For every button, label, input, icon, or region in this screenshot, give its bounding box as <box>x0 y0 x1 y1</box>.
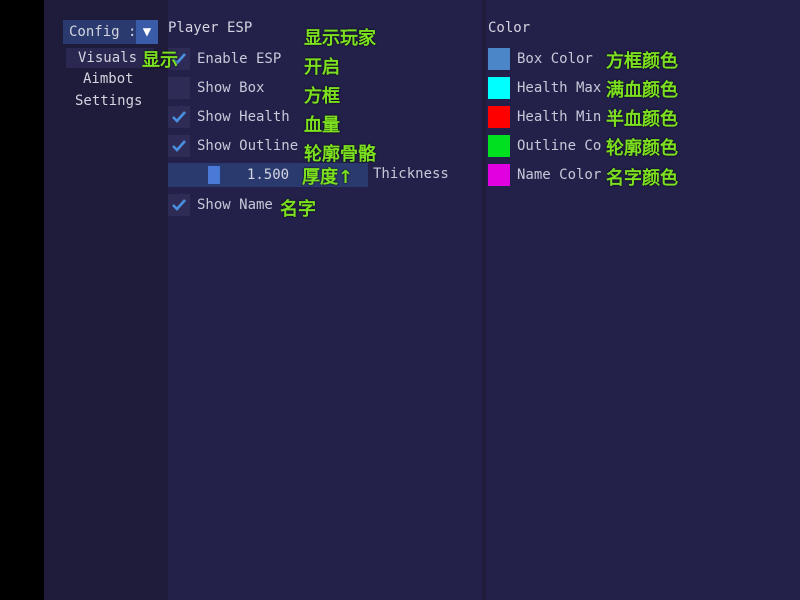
health-max-label: Health Max <box>517 80 602 96</box>
health-min-row[interactable]: Health Min C <box>488 106 618 128</box>
tab-visuals-label: Visuals <box>78 50 138 66</box>
show-box-label: Show Box <box>197 80 265 96</box>
health-max-swatch[interactable] <box>488 77 510 99</box>
name-color-swatch[interactable] <box>488 164 510 186</box>
tab-visuals[interactable]: Visuals <box>66 48 154 68</box>
box-color-swatch[interactable] <box>488 48 510 70</box>
show-box-checkbox[interactable] <box>168 77 190 99</box>
box-color-label: Box Color <box>517 51 593 67</box>
check-icon <box>172 199 186 211</box>
chevron-down-icon[interactable]: ▼ <box>136 20 158 44</box>
check-icon <box>172 111 186 123</box>
annotation-thickness: 厚度↑ <box>302 167 354 188</box>
annotation-enable: 开启 <box>304 57 340 78</box>
health-max-row[interactable]: Health Max <box>488 77 601 99</box>
tab-aimbot[interactable]: Aimbot <box>83 71 134 87</box>
show-name-checkbox[interactable] <box>168 194 190 216</box>
show-outline-checkbox[interactable] <box>168 135 190 157</box>
show-health-label: Show Health <box>197 109 290 125</box>
annotation-visuals: 显示 <box>142 50 178 71</box>
show-outline-label: Show Outline <box>197 138 299 154</box>
annotation-box-color: 方框颜色 <box>606 51 678 72</box>
enable-esp-row[interactable]: Enable ESP <box>168 48 281 70</box>
health-min-label: Health Min C <box>517 109 619 125</box>
annotation-player-esp: 显示玩家 <box>304 28 376 49</box>
annotation-name-color: 名字颜色 <box>606 168 678 189</box>
annotation-health-max: 满血颜色 <box>606 80 678 101</box>
outline-color-label: Outline Co <box>517 138 602 154</box>
check-icon <box>172 140 186 152</box>
thickness-label: Thickness <box>373 166 449 182</box>
show-name-label: Show Name <box>197 197 273 213</box>
enable-esp-label: Enable ESP <box>197 51 282 67</box>
player-esp-header: Player ESP <box>168 20 253 36</box>
show-outline-row[interactable]: Show Outline <box>168 135 298 157</box>
color-header: Color <box>488 20 531 36</box>
config-combo-value: Config : <box>69 24 136 40</box>
annotation-health-min: 半血颜色 <box>606 109 678 130</box>
config-combo[interactable]: Config : ▼ <box>63 20 158 44</box>
annotation-name: 名字 <box>280 199 316 220</box>
tab-settings-label: Settings <box>75 93 143 109</box>
outline-color-row[interactable]: Outline Co <box>488 135 601 157</box>
annotation-box: 方框 <box>304 86 340 107</box>
annotation-health: 血量 <box>304 115 340 136</box>
annotation-outline-color: 轮廓颜色 <box>606 138 678 159</box>
tab-aimbot-label: Aimbot <box>83 71 134 87</box>
name-color-row[interactable]: Name Color <box>488 164 601 186</box>
health-min-swatch[interactable] <box>488 106 510 128</box>
show-name-row[interactable]: Show Name <box>168 194 273 216</box>
show-health-row[interactable]: Show Health <box>168 106 290 128</box>
show-health-checkbox[interactable] <box>168 106 190 128</box>
outline-color-swatch[interactable] <box>488 135 510 157</box>
tab-settings[interactable]: Settings <box>75 93 142 109</box>
box-color-row[interactable]: Box Color <box>488 48 593 70</box>
show-box-row[interactable]: Show Box <box>168 77 264 99</box>
name-color-label: Name Color <box>517 167 602 183</box>
